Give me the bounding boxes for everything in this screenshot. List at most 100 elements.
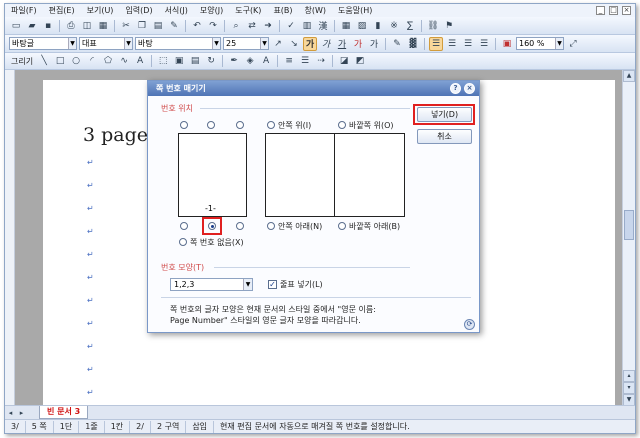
font-select[interactable]: 바탕 ▼ [135, 37, 221, 50]
menu-insert[interactable]: 입력(D) [119, 5, 158, 16]
fit-page-icon[interactable]: ⤢ [566, 37, 580, 51]
radio-outer-top[interactable] [338, 121, 346, 129]
menu-edit[interactable]: 편집(E) [43, 5, 81, 16]
radio-top-left[interactable] [180, 121, 188, 129]
close-icon[interactable]: × [622, 6, 631, 15]
goto-icon[interactable]: ➜ [261, 19, 275, 33]
italic-icon[interactable]: 가 [319, 37, 333, 51]
replace-icon[interactable]: ⇄ [245, 19, 259, 33]
menu-format[interactable]: 서식(J) [159, 5, 194, 16]
close-icon[interactable]: × [464, 83, 475, 94]
new-document-icon[interactable]: ▭ [9, 19, 23, 33]
redo-icon[interactable]: ↷ [206, 19, 220, 33]
curve-icon[interactable]: ∿ [117, 54, 131, 68]
tab-last-icon[interactable]: ▸ [16, 408, 27, 418]
menu-tools[interactable]: 도구(K) [229, 5, 267, 16]
prev-page-icon[interactable]: ▴ [623, 370, 635, 382]
fill-color-icon[interactable]: ◈ [243, 54, 257, 68]
align-center-icon[interactable]: ☰ [461, 37, 475, 51]
style-select[interactable]: 바탕글 ▼ [9, 37, 77, 50]
paste-icon[interactable]: ▤ [151, 19, 165, 33]
align-right-icon[interactable]: ☰ [477, 37, 491, 51]
line-color-icon[interactable]: ✒ [227, 54, 241, 68]
radio-top-center[interactable] [207, 121, 215, 129]
bold-icon[interactable]: 가 [303, 36, 317, 51]
size-up-icon[interactable]: ↗ [271, 37, 285, 51]
image-icon[interactable]: ▨ [355, 19, 369, 33]
cut-icon[interactable]: ✂ [119, 19, 133, 33]
zoom-icon[interactable]: ▣ [500, 37, 514, 51]
polygon-icon[interactable]: ⬠ [101, 54, 115, 68]
print-icon[interactable]: ⎙ [64, 19, 78, 33]
print-setup-icon[interactable]: ▦ [96, 19, 110, 33]
draw-label[interactable]: 그리기 [9, 56, 35, 67]
arc-icon[interactable]: ◜ [85, 54, 99, 68]
dash-checkbox[interactable]: ✓ [268, 280, 277, 289]
restore-icon[interactable]: □ [609, 6, 618, 15]
preview-icon[interactable]: ◫ [80, 19, 94, 33]
hyperlink-icon[interactable]: ⛓ [426, 19, 440, 33]
insert-button[interactable]: 넣기(D) [417, 107, 472, 122]
menu-table[interactable]: 표(B) [267, 5, 298, 16]
undo-icon[interactable]: ↶ [190, 19, 204, 33]
line-style-icon[interactable]: ≡ [282, 54, 296, 68]
radio-outer-bottom[interactable] [338, 222, 346, 230]
size-down-icon[interactable]: ↘ [287, 37, 301, 51]
scroll-up-icon[interactable]: ▲ [623, 70, 635, 82]
font-color-icon[interactable]: 가 [351, 37, 365, 51]
bookmark-icon[interactable]: ⚑ [442, 19, 456, 33]
arrow-style-icon[interactable]: ⇢ [314, 54, 328, 68]
minimize-icon[interactable]: _ [596, 6, 605, 15]
align-left-icon[interactable]: ☰ [445, 37, 459, 51]
rotate-icon[interactable]: ↻ [204, 54, 218, 68]
vertical-scrollbar[interactable]: ▲ ▴ ▾ ▼ [622, 70, 635, 406]
text-color-icon[interactable]: A [259, 54, 273, 68]
menu-help[interactable]: 도움말(H) [332, 5, 378, 16]
radio-inner-top[interactable] [267, 121, 275, 129]
menu-shape[interactable]: 모양(J) [194, 5, 229, 16]
line-width-icon[interactable]: ☰ [298, 54, 312, 68]
ellipse-icon[interactable]: ○ [69, 54, 83, 68]
zoom-select[interactable]: 160 % ▼ [516, 37, 564, 50]
cancel-button[interactable]: 취소 [417, 129, 472, 144]
scroll-thumb[interactable] [624, 210, 634, 240]
open-folder-icon[interactable]: ▰ [25, 19, 39, 33]
shading-icon[interactable]: ▓ [406, 37, 420, 51]
shadow-icon[interactable]: ◪ [337, 54, 351, 68]
radio-bottom-left[interactable] [180, 222, 188, 230]
radio-no-number[interactable] [179, 238, 187, 246]
menu-view[interactable]: 보기(U) [81, 5, 120, 16]
three-d-icon[interactable]: ◩ [353, 54, 367, 68]
find-icon[interactable]: ⌕ [229, 19, 243, 33]
radio-bottom-right[interactable] [236, 222, 244, 230]
copy-icon[interactable]: ❐ [135, 19, 149, 33]
help-icon[interactable]: ? [450, 83, 461, 94]
highlight-icon[interactable]: ✎ [390, 37, 404, 51]
table-icon[interactable]: ▦ [339, 19, 353, 33]
special-char-icon[interactable]: ※ [387, 19, 401, 33]
tab-first-icon[interactable]: ◂ [5, 408, 16, 418]
char-shape-icon[interactable]: 가 [367, 37, 381, 51]
radio-top-right[interactable] [236, 121, 244, 129]
dictionary-icon[interactable]: ▥ [300, 19, 314, 33]
language-select[interactable]: 대표 ▼ [79, 37, 133, 50]
spell-check-icon[interactable]: ✓ [284, 19, 298, 33]
line-icon[interactable]: ╲ [37, 54, 51, 68]
save-icon[interactable]: ▪ [41, 19, 55, 33]
format-painter-icon[interactable]: ✎ [167, 19, 181, 33]
ungroup-icon[interactable]: ▤ [188, 54, 202, 68]
textbox-icon[interactable]: A [133, 54, 147, 68]
align-justify-icon[interactable]: ☰ [429, 36, 443, 51]
chinese-char-icon[interactable]: 漢 [316, 19, 330, 33]
group-icon[interactable]: ▣ [172, 54, 186, 68]
tab-document[interactable]: 빈 문서 3 [39, 406, 89, 419]
next-page-icon[interactable]: ▾ [623, 382, 635, 394]
equation-icon[interactable]: ∑ [403, 19, 417, 33]
select-object-icon[interactable]: ⬚ [156, 54, 170, 68]
chart-icon[interactable]: ▮ [371, 19, 385, 33]
radio-inner-bottom[interactable] [267, 222, 275, 230]
number-format-select[interactable]: 1,2,3 ▼ [170, 278, 253, 291]
status-insert-mode[interactable]: 삽입 [186, 420, 215, 433]
underline-icon[interactable]: 가 [335, 37, 349, 51]
menu-file[interactable]: 파일(F) [5, 5, 43, 16]
